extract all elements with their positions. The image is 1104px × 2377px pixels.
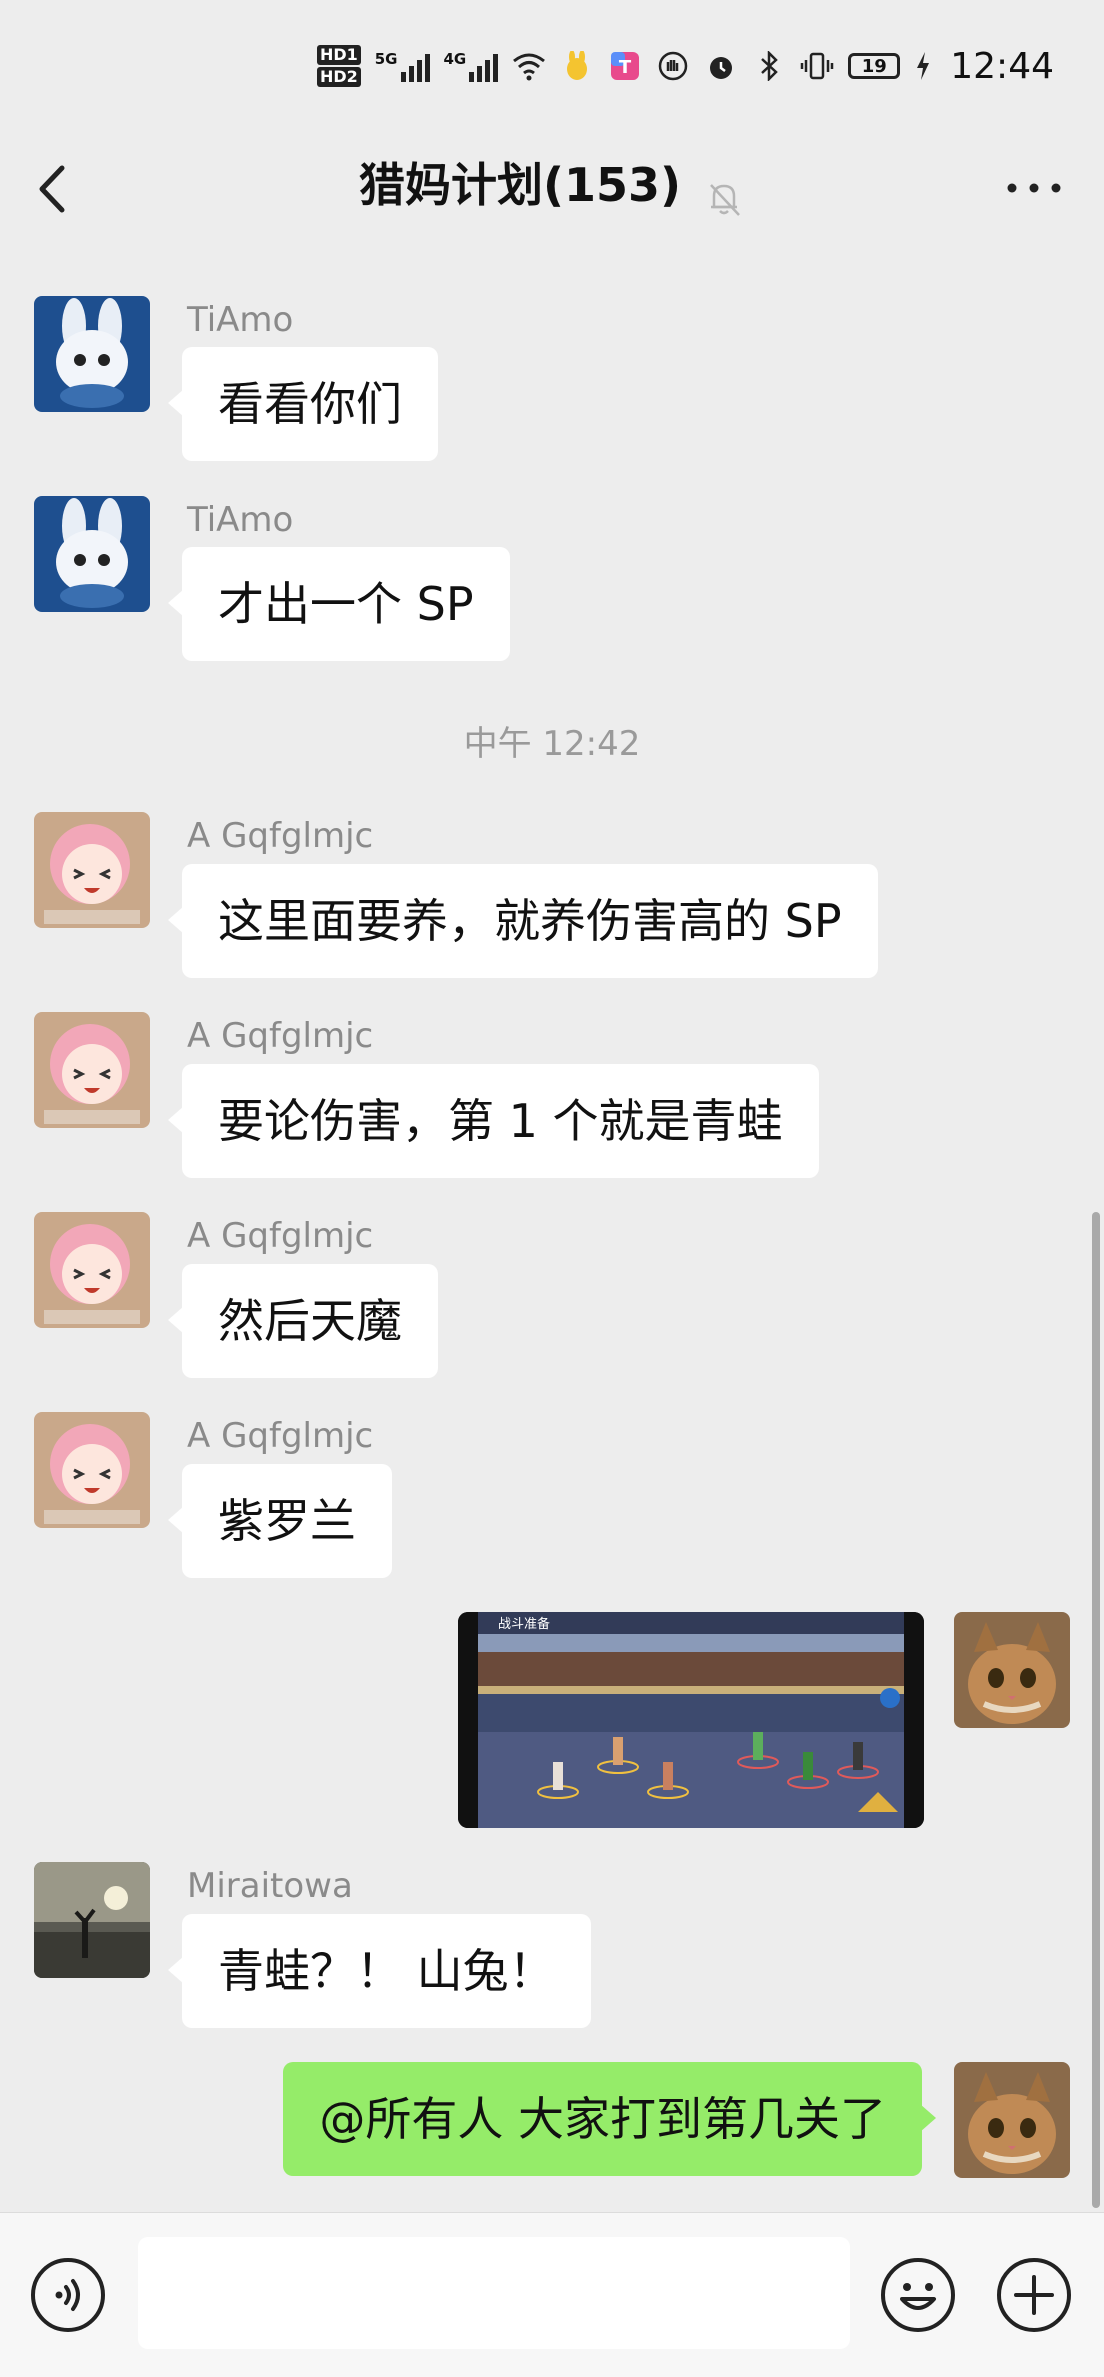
alarm-icon: [704, 49, 738, 83]
sender-name: Miraitowa: [187, 1866, 353, 1906]
member-count: (153): [542, 158, 682, 212]
avatar-tiamo[interactable]: [34, 296, 150, 412]
vibrate-icon: [800, 49, 834, 83]
sender-name: A Gqfglmjc: [187, 1216, 374, 1256]
chat-header: 猎妈计划(153): [0, 130, 1104, 248]
avatar-gqfglmjc[interactable]: [34, 1012, 150, 1128]
message-input[interactable]: [138, 2237, 850, 2349]
group-name: 猎妈计划: [358, 158, 543, 212]
hand-icon: [656, 49, 690, 83]
signal-5g-icon: 5G: [375, 50, 430, 82]
sender-name: A Gqfglmjc: [187, 816, 374, 856]
sender-name: A Gqfglmjc: [187, 1416, 374, 1456]
battery-icon: 19: [848, 53, 901, 79]
message-bubble[interactable]: 紫罗兰: [168, 1464, 392, 1578]
my-message-bubble[interactable]: @所有人 大家打到第几关了: [283, 2062, 936, 2176]
wifi-icon: [512, 49, 546, 83]
emoji-icon: [881, 2258, 955, 2332]
avatar-tiamo[interactable]: [34, 496, 150, 612]
svg-text:战斗准备: 战斗准备: [498, 1616, 550, 1632]
app-notification-icon: [560, 49, 594, 83]
image-message[interactable]: 战斗准备: [458, 1612, 924, 1828]
signal-4g-icon: 4G: [444, 50, 499, 82]
scrollbar[interactable]: [1092, 1212, 1100, 2208]
message-bubble[interactable]: 要论伤害，第 1 个就是青蛙: [168, 1064, 819, 1178]
hd-indicator: HD1 HD2: [316, 44, 361, 88]
chat-title[interactable]: 猎妈计划(153): [0, 150, 1104, 220]
plus-icon: [997, 2258, 1071, 2332]
message-timestamp: 中午 12:42: [463, 724, 641, 764]
more-dots-icon: [1007, 183, 1061, 193]
avatar-gqfglmjc[interactable]: [34, 812, 150, 928]
hd-label-1: HD1: [316, 45, 361, 65]
more-functions-button[interactable]: [996, 2257, 1072, 2333]
avatar-me[interactable]: [954, 2062, 1070, 2178]
avatar-miraitowa[interactable]: [34, 1862, 150, 1978]
voice-button[interactable]: [30, 2257, 106, 2333]
message-bubble[interactable]: 才出一个 SP: [168, 547, 510, 661]
avatar-gqfglmjc[interactable]: [34, 1412, 150, 1528]
charging-icon: [914, 49, 932, 83]
bell-off-icon: [703, 168, 745, 216]
message-bubble[interactable]: 这里面要养，就养伤害高的 SP: [168, 864, 878, 978]
input-bar: [0, 2212, 1104, 2377]
avatar-me[interactable]: [954, 1612, 1070, 1728]
hd-label-2: HD2: [316, 67, 361, 87]
status-bar: HD1 HD2 5G 4G T 19 12:44: [0, 0, 1104, 130]
message-bubble[interactable]: 青蛙？！ 山兔！: [168, 1914, 591, 2028]
app-notification-icon-2: T: [608, 49, 642, 83]
message-bubble[interactable]: 然后天魔: [168, 1264, 438, 1378]
sender-name: TiAmo: [187, 500, 294, 540]
more-button[interactable]: [994, 152, 1074, 222]
emoji-button[interactable]: [880, 2257, 956, 2333]
svg-text:T: T: [619, 57, 632, 78]
avatar-gqfglmjc[interactable]: [34, 1212, 150, 1328]
message-bubble[interactable]: 看看你们: [168, 347, 438, 461]
bluetooth-icon: [752, 49, 786, 83]
status-time: 12:44: [950, 45, 1054, 87]
voice-icon: [31, 2258, 105, 2332]
sender-name: A Gqfglmjc: [187, 1016, 374, 1056]
sender-name: TiAmo: [187, 300, 294, 340]
